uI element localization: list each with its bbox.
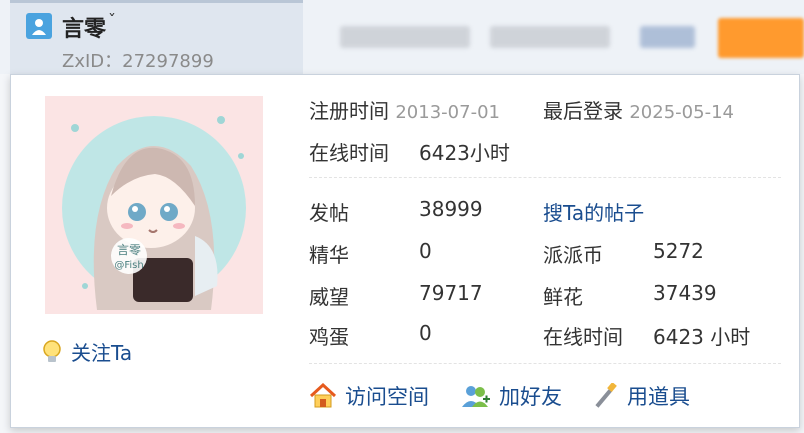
coins-value: 5272 bbox=[653, 239, 704, 263]
essence-value: 0 bbox=[419, 239, 432, 263]
flowers-label: 鲜花 bbox=[543, 285, 583, 309]
last-login-label: 最后登录 bbox=[543, 99, 623, 123]
lightbulb-icon bbox=[43, 339, 61, 362]
user-tab[interactable]: 言零 ˇ ZxID：27297899 bbox=[10, 0, 303, 74]
add-friend-label: 加好友 bbox=[499, 385, 562, 409]
online-time-value: 6423小时 bbox=[419, 141, 510, 165]
avatar[interactable]: 言零 @Fish bbox=[45, 96, 263, 314]
visit-space-button[interactable]: 访问空间 bbox=[309, 381, 429, 411]
divider bbox=[309, 363, 781, 364]
divider bbox=[309, 177, 781, 178]
prestige-value: 79717 bbox=[419, 281, 483, 305]
follow-label: 关注Ta bbox=[71, 341, 133, 365]
flowers-value: 37439 bbox=[653, 281, 717, 305]
use-item-button[interactable]: 用道具 bbox=[591, 381, 690, 411]
online-time-label: 在线时间 bbox=[309, 141, 389, 165]
essence-label: 精华 bbox=[309, 243, 349, 267]
eggs-label: 鸡蛋 bbox=[309, 325, 349, 349]
prestige-label: 威望 bbox=[309, 285, 349, 309]
avatar-text: 言零 bbox=[117, 243, 141, 257]
posts-value: 38999 bbox=[419, 197, 483, 221]
register-time: 注册时间 2013-07-01 bbox=[309, 95, 500, 124]
last-login: 最后登录 2025-05-14 bbox=[543, 95, 734, 124]
top-bar: 言零 ˇ ZxID：27297899 bbox=[0, 0, 804, 74]
avatar-subtext: @Fish bbox=[114, 260, 143, 271]
magic-wand-icon bbox=[595, 383, 617, 408]
add-friend-icon bbox=[462, 386, 490, 407]
home-icon bbox=[309, 383, 337, 408]
posts-label: 发帖 bbox=[309, 201, 349, 225]
user-info-card: 言零 @Fish 关注Ta 注册时间 2013-07-01 最后登录 2025-… bbox=[10, 74, 800, 428]
username: 言零 bbox=[62, 17, 107, 42]
visit-space-label: 访问空间 bbox=[345, 385, 429, 409]
blurred-text bbox=[490, 26, 610, 48]
chevron-down-icon[interactable]: ˇ bbox=[108, 11, 116, 30]
online-time-value-2: 6423 小时 bbox=[653, 325, 751, 349]
blurred-text bbox=[640, 26, 695, 48]
search-posts-link[interactable]: 搜Ta的帖子 bbox=[543, 197, 644, 226]
blurred-button[interactable] bbox=[718, 18, 804, 58]
register-value: 2013-07-01 bbox=[395, 102, 500, 123]
use-item-label: 用道具 bbox=[627, 385, 690, 409]
online-time-label-2: 在线时间 bbox=[543, 325, 623, 349]
eggs-value: 0 bbox=[419, 321, 432, 345]
user-profile-icon bbox=[26, 13, 52, 39]
blurred-text bbox=[340, 26, 470, 48]
add-friend-button[interactable]: 加好友 bbox=[461, 381, 562, 411]
register-label: 注册时间 bbox=[309, 99, 389, 123]
coins-label: 派派币 bbox=[543, 243, 603, 267]
last-login-value: 2025-05-14 bbox=[629, 102, 734, 123]
user-id: ZxID：27297899 bbox=[62, 51, 214, 72]
follow-button[interactable]: 关注Ta bbox=[41, 337, 132, 366]
